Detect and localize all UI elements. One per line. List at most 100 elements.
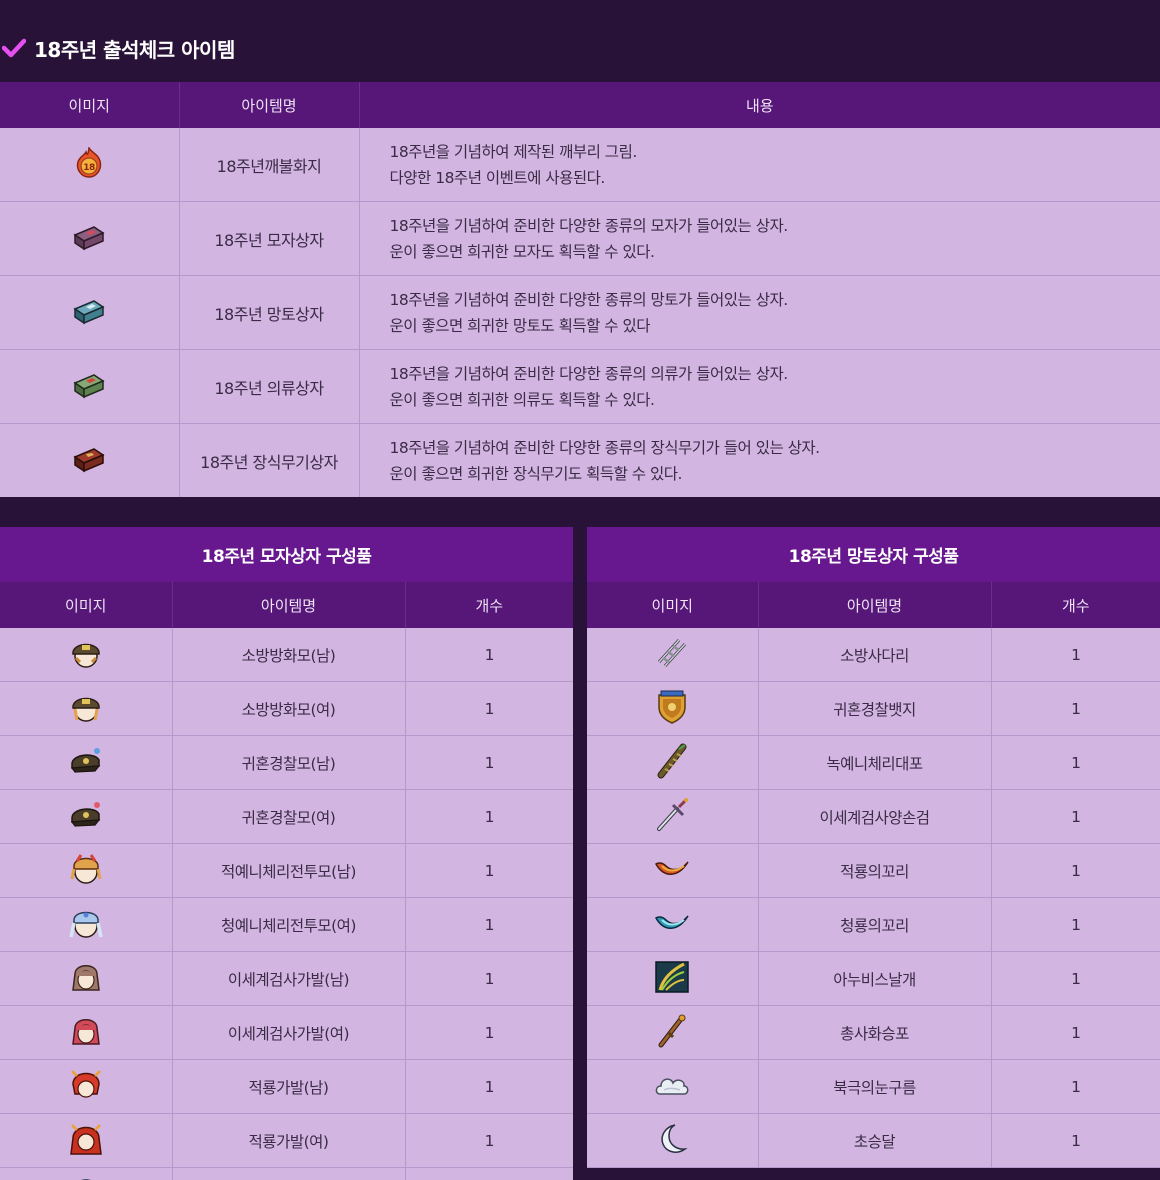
item-name: 이세계검사양손검 xyxy=(758,789,992,844)
item-image-cell xyxy=(587,681,759,736)
item-name: 소방사다리 xyxy=(758,628,992,682)
item-name: 18주년 모자상자 xyxy=(179,201,360,276)
item-image-cell xyxy=(0,628,173,682)
hat-box-title: 18주년 모자상자 구성품 xyxy=(0,527,573,582)
item-image-cell xyxy=(0,1005,173,1060)
description-line: 18주년을 기념하여 제작된 깨부리 그림. xyxy=(389,142,638,161)
item-count: 1 xyxy=(991,1113,1160,1168)
table-row: 소방방화모(남) 1 xyxy=(0,628,573,682)
item-name: 청룡의꼬리 xyxy=(758,897,992,952)
swordsman-wig-male-icon xyxy=(69,960,103,998)
table-row: 18주년 장식무기상자 18주년을 기념하여 준비한 다양한 종류의 장식무기가… xyxy=(0,423,1160,497)
item-count: 1 xyxy=(405,735,573,790)
item-image-cell xyxy=(587,789,759,844)
header-count: 개수 xyxy=(405,582,573,628)
item-image-cell xyxy=(587,897,759,952)
header-image: 이미지 xyxy=(0,582,173,628)
red-dragon-wig-male-icon xyxy=(69,1068,103,1106)
header-item-name: 아이템명 xyxy=(179,82,360,128)
item-count xyxy=(405,1167,573,1180)
table-row: 18 18주년깨불화지 18주년을 기념하여 제작된 깨부리 그림. 다양한 1… xyxy=(0,128,1160,202)
item-image-cell xyxy=(587,1113,759,1168)
anubis-wing-icon xyxy=(654,960,690,998)
svg-text:18: 18 xyxy=(83,163,95,173)
item-image-cell xyxy=(587,1005,759,1060)
item-description: 18주년을 기념하여 준비한 다양한 종류의 의류가 들어있는 상자. 운이 좋… xyxy=(359,349,1160,424)
item-image-cell xyxy=(587,951,759,1006)
table-row: 적룡가발(남) 1 xyxy=(0,1059,573,1114)
table-row: 18주년 망토상자 18주년을 기념하여 준비한 다양한 종류의 망토가 들어있… xyxy=(0,275,1160,350)
item-image-cell xyxy=(587,628,759,682)
table-row: 18주년 의류상자 18주년을 기념하여 준비한 다양한 종류의 의류가 들어있… xyxy=(0,349,1160,424)
cape-box-title: 18주년 망토상자 구성품 xyxy=(587,527,1160,582)
police-cap-male-icon xyxy=(69,746,103,780)
item-image-cell xyxy=(0,349,180,424)
description-line: 운이 좋으면 희귀한 모자도 획득할 수 있다. xyxy=(389,242,655,261)
item-image-cell xyxy=(0,681,173,736)
description-line: 운이 좋으면 희귀한 의류도 획득할 수 있다. xyxy=(389,390,655,409)
table-row: 귀혼경찰모(남) 1 xyxy=(0,735,573,790)
section-title: 18주년 출석체크 아이템 xyxy=(34,37,235,62)
description-line: 다양한 18주년 이벤트에 사용된다. xyxy=(389,168,606,187)
cape-box-icon xyxy=(72,297,106,329)
gun-icon xyxy=(655,1013,689,1053)
item-image-cell xyxy=(0,1059,173,1114)
item-name: 이세계검사가발(남) xyxy=(172,951,406,1006)
item-image-cell xyxy=(0,1113,173,1168)
table-row: 청룡의꼬리 1 xyxy=(587,897,1160,952)
item-count: 1 xyxy=(405,628,573,682)
table-row: 18주년 모자상자 18주년을 기념하여 준비한 다양한 종류의 모자가 들어있… xyxy=(0,201,1160,276)
table-row: 초승달 1 xyxy=(587,1113,1160,1168)
sword-icon xyxy=(655,797,689,837)
item-count: 1 xyxy=(405,843,573,898)
table-row: 아누비스날개 1 xyxy=(587,951,1160,1006)
swordsman-wig-female-icon xyxy=(69,1014,103,1052)
header-content: 내용 xyxy=(359,82,1160,128)
table-row: 귀혼경찰모(여) 1 xyxy=(0,789,573,844)
item-name: 18주년 의류상자 xyxy=(179,349,360,424)
item-description: 18주년을 기념하여 준비한 다양한 종류의 모자가 들어있는 상자. 운이 좋… xyxy=(359,201,1160,276)
header-image: 이미지 xyxy=(0,82,180,128)
item-image-cell: 18 xyxy=(0,128,180,202)
item-image-cell xyxy=(587,1059,759,1114)
firefighter-hat-male-icon xyxy=(69,636,103,674)
header-count: 개수 xyxy=(991,582,1160,628)
table-row: 청예니체리전투모(여) 1 xyxy=(0,897,573,952)
item-image-cell xyxy=(0,789,173,844)
fire-coin-18-icon: 18 xyxy=(74,145,104,183)
item-image-cell xyxy=(0,423,180,497)
item-count: 1 xyxy=(405,1059,573,1114)
table-row: 북극의눈구름 1 xyxy=(587,1059,1160,1114)
item-name: 귀혼경찰모(여) xyxy=(172,789,406,844)
blue-dragon-tail-icon xyxy=(654,908,690,942)
item-name: 아누비스날개 xyxy=(758,951,992,1006)
weapon-box-icon xyxy=(72,445,106,477)
table-row: 총사화승포 1 xyxy=(587,1005,1160,1060)
item-name: 소방방화모(남) xyxy=(172,628,406,682)
red-dragon-tail-icon xyxy=(654,854,690,888)
item-name: 녹예니체리대포 xyxy=(758,735,992,790)
header-item-name: 아이템명 xyxy=(758,582,992,628)
item-name: 18주년 장식무기상자 xyxy=(179,423,360,497)
cape-scroll-icon xyxy=(655,743,689,783)
firefighter-hat-female-icon xyxy=(69,690,103,728)
police-badge-icon xyxy=(655,689,689,729)
table-row: 이세계검사가발(여) 1 xyxy=(0,1005,573,1060)
blue-battle-helmet-icon xyxy=(69,906,103,944)
item-description: 18주년을 기념하여 제작된 깨부리 그림. 다양한 18주년 이벤트에 사용된… xyxy=(359,128,1160,202)
police-cap-female-icon xyxy=(69,800,103,834)
item-name: 귀혼경찰모(남) xyxy=(172,735,406,790)
item-count: 1 xyxy=(405,681,573,736)
attendance-items-table: 이미지 아이템명 내용 18 18주년깨불화지 18주년을 기념하여 제작된 깨… xyxy=(0,82,1160,497)
item-image-cell xyxy=(0,843,173,898)
item-description: 18주년을 기념하여 준비한 다양한 종류의 장식무기가 들어 있는 상자. 운… xyxy=(359,423,1160,497)
item-count: 1 xyxy=(991,1005,1160,1060)
item-count: 1 xyxy=(405,951,573,1006)
table-row xyxy=(0,1167,573,1180)
table-row: 이세계검사양손검 1 xyxy=(587,789,1160,844)
item-name: 귀혼경찰뱃지 xyxy=(758,681,992,736)
item-image-cell xyxy=(0,275,180,350)
item-name: 청예니체리전투모(여) xyxy=(172,897,406,952)
item-name: 적예니체리전투모(남) xyxy=(172,843,406,898)
table-row: 녹예니체리대포 1 xyxy=(587,735,1160,790)
